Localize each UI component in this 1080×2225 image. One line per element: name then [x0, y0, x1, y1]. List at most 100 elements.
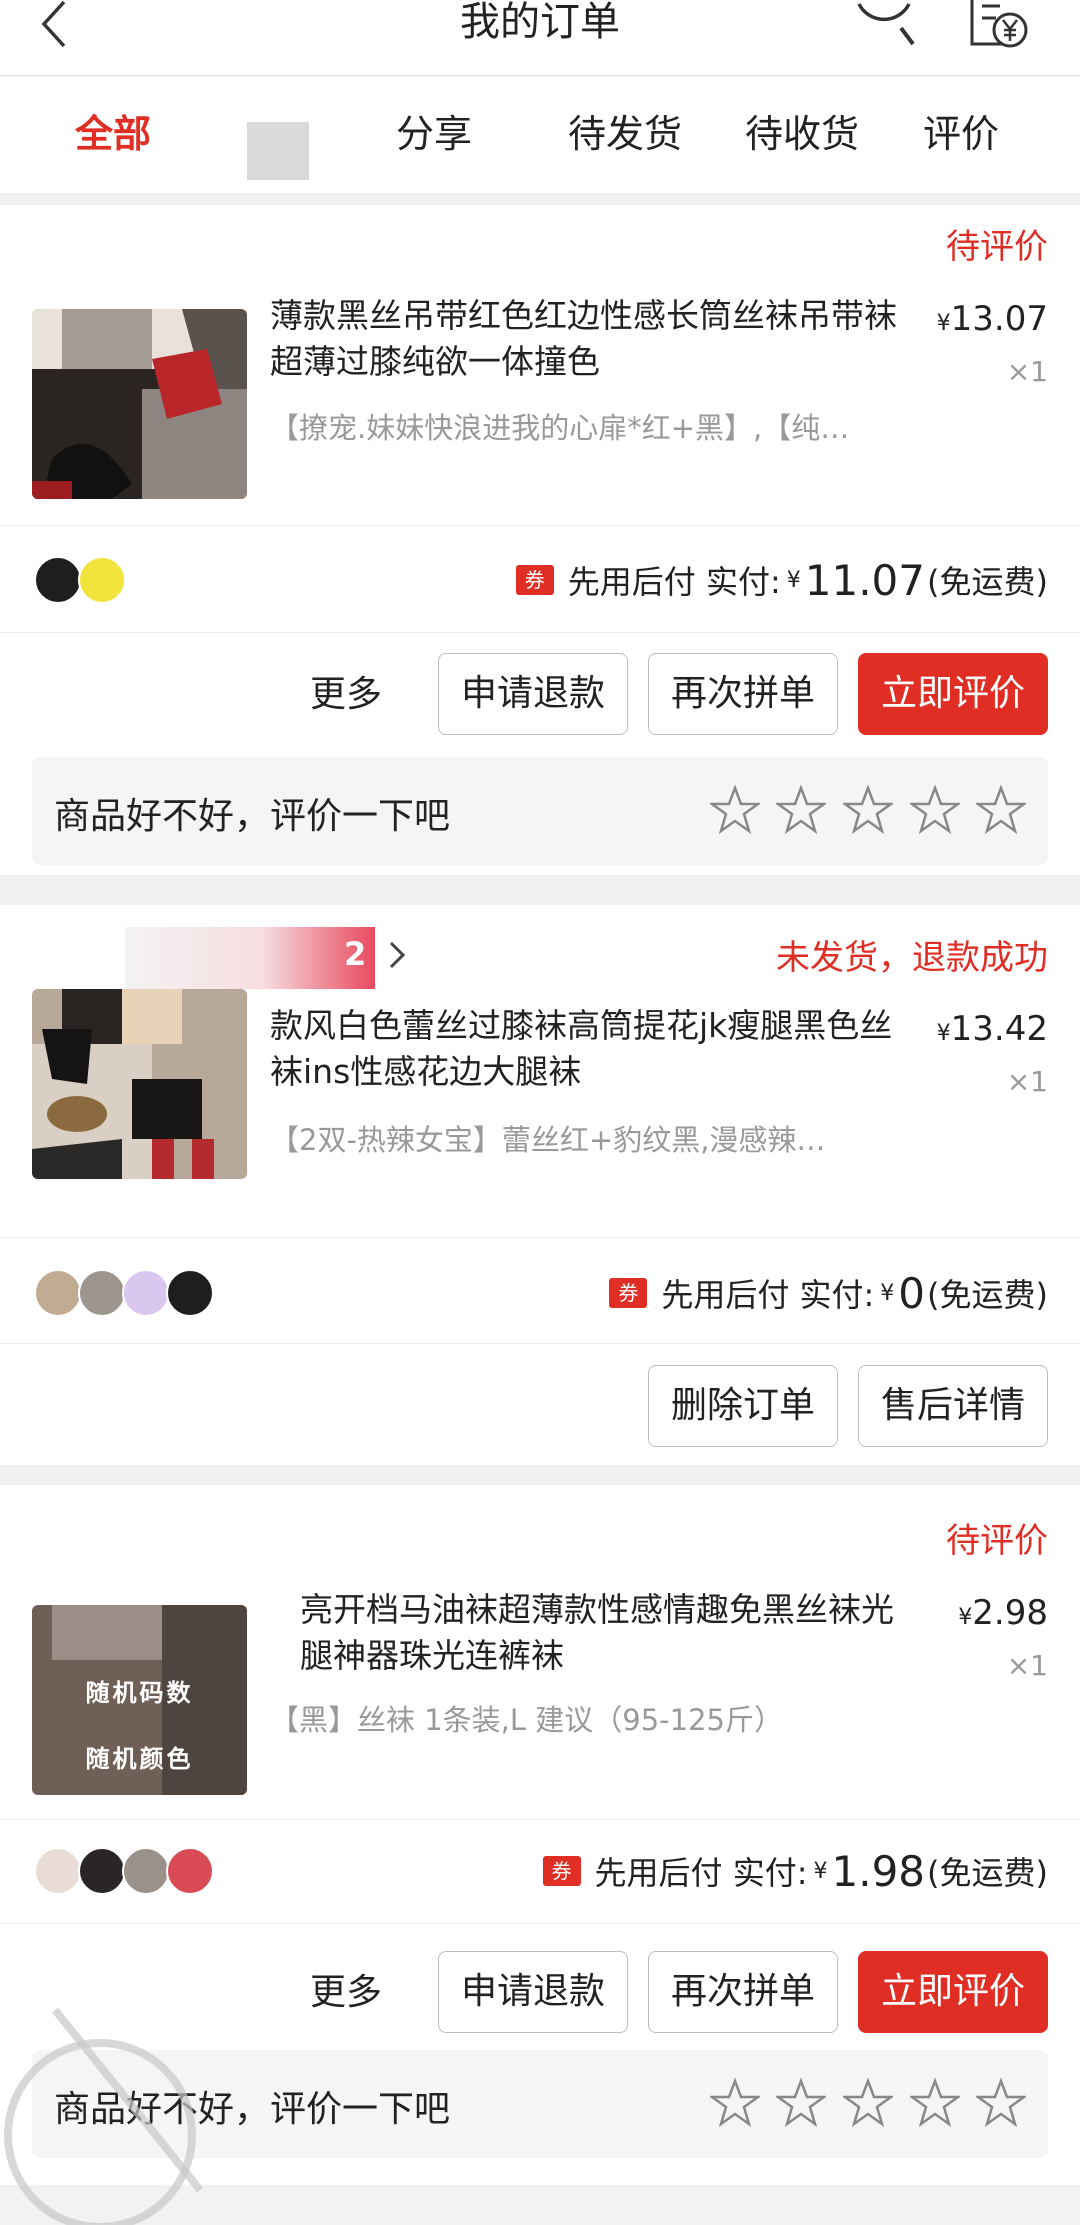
pay-amount: 11.07: [804, 555, 926, 605]
avatar: [78, 1269, 126, 1317]
shipping-note: (免运费): [927, 1854, 1048, 1892]
star-icon[interactable]: [976, 2078, 1026, 2128]
review-now-button[interactable]: 立即评价: [858, 1951, 1048, 2033]
divider: [0, 525, 1080, 526]
star-icon[interactable]: [910, 2078, 960, 2128]
product-quantity: ×1: [1006, 1649, 1048, 1682]
reorder-button[interactable]: 再次拼单: [648, 1951, 838, 2033]
chevron-right-icon[interactable]: [388, 941, 406, 969]
search-icon[interactable]: [853, 0, 917, 50]
product-price: ¥13.07: [937, 299, 1048, 339]
bill-yen-icon[interactable]: [968, 0, 1030, 50]
review-prompt-box: 商品好不好，评价一下吧: [32, 757, 1048, 865]
avatar: [122, 1269, 170, 1317]
coupon-badge: 券: [609, 1278, 648, 1308]
avatar: [34, 1269, 82, 1317]
pay-currency: ¥: [880, 1280, 895, 1306]
review-now-button[interactable]: 立即评价: [858, 653, 1048, 735]
avatar: [34, 1847, 82, 1895]
star-icon[interactable]: [843, 2078, 893, 2128]
reorder-button[interactable]: 再次拼单: [648, 653, 838, 735]
section-gap: [0, 1465, 1080, 1485]
section-gap: [0, 875, 1080, 905]
avatar: [166, 1847, 214, 1895]
tab-review[interactable]: 评价: [923, 111, 999, 157]
shop-badge: 2: [344, 935, 367, 973]
pay-currency: ¥: [786, 567, 801, 593]
more-button[interactable]: 更多: [310, 1963, 382, 2015]
divider: [0, 632, 1080, 633]
watermark-stamp: [4, 2007, 204, 2225]
payment-line: 券 先用后付 实付: ¥ 0 (免运费): [609, 1268, 1048, 1318]
star-icon[interactable]: [776, 2078, 826, 2128]
product-name[interactable]: 薄款黑丝吊带红色红边性感长筒丝袜吊带袜超薄过膝纯欲一体撞色: [270, 293, 910, 385]
avatar: [166, 1269, 214, 1317]
thumbnail-text: 随机码数: [85, 1679, 194, 1707]
divider: [0, 1343, 1080, 1344]
payment-line: 券 先用后付 实付: ¥ 11.07 (免运费): [515, 555, 1048, 605]
product-quantity: ×1: [1006, 355, 1048, 388]
price-currency: ¥: [958, 1605, 973, 1630]
product-name[interactable]: 款风白色蕾丝过膝袜高筒提花jk瘦腿黑色丝袜ins性感花边大腿袜: [270, 1003, 910, 1095]
order-card[interactable]: 2 未发货，退款成功 款风白色蕾丝过膝袜高筒提花jk瘦腿黑色丝袜ins性感花边大…: [0, 905, 1080, 1465]
avatar: [34, 556, 82, 604]
section-gap: [0, 193, 1080, 205]
star-icon[interactable]: [843, 785, 893, 835]
page-title: 我的订单: [460, 0, 620, 45]
divider: [0, 1923, 1080, 1924]
product-name[interactable]: 亮开档马油袜超薄款性感情趣免黑丝袜光腿神器珠光连裤袜: [300, 1587, 900, 1679]
product-spec: 【撩宠.妹妹快浪进我的心扉*红+黑】,【纯…: [270, 411, 850, 445]
order-status: 待评价: [946, 1521, 1048, 1561]
order-status: 未发货，退款成功: [776, 938, 1048, 978]
product-price: ¥13.42: [937, 1009, 1048, 1049]
product-thumbnail[interactable]: 随机码数 随机颜色: [32, 1605, 247, 1795]
price-currency: ¥: [936, 1021, 951, 1046]
tab-share[interactable]: 分享: [396, 111, 472, 157]
more-button[interactable]: 更多: [310, 665, 382, 717]
pay-label: 先用后付 实付:: [661, 1276, 875, 1314]
shop-name-mask: [125, 927, 375, 989]
review-prompt: 商品好不好，评价一下吧: [54, 796, 451, 837]
product-spec: 【2双-热辣女宝】蕾丝红+豹纹黑,漫感辣…: [270, 1123, 826, 1157]
coupon-badge: 券: [542, 1856, 581, 1886]
order-tabs: 全部 分享 待发货 待收货 评价: [0, 77, 1080, 193]
price-value: 13.07: [950, 299, 1048, 339]
product-price: ¥2.98: [958, 1593, 1048, 1633]
product-thumbnail[interactable]: [32, 309, 247, 499]
tab-all[interactable]: 全部: [75, 111, 151, 157]
shipping-note: (免运费): [927, 1276, 1048, 1314]
top-bar: 我的订单: [0, 0, 1080, 76]
product-spec: 【黑】丝袜 1条装,L 建议（95-125斤）: [270, 1703, 783, 1737]
pay-label: 先用后付 实付:: [567, 563, 781, 601]
product-thumbnail[interactable]: [32, 989, 247, 1179]
pay-amount: 0: [898, 1268, 926, 1318]
star-icon[interactable]: [710, 2078, 760, 2128]
star-icon[interactable]: [976, 785, 1026, 835]
request-refund-button[interactable]: 申请退款: [438, 1951, 628, 2033]
product-quantity: ×1: [1006, 1065, 1048, 1098]
redacted-tab-mask: [247, 122, 309, 180]
divider: [0, 1819, 1080, 1820]
thumbnail-mask: [52, 1605, 162, 1660]
star-icon[interactable]: [710, 785, 760, 835]
star-icon[interactable]: [910, 785, 960, 835]
pay-amount: 1.98: [831, 1846, 926, 1896]
request-refund-button[interactable]: 申请退款: [438, 653, 628, 735]
after-sale-details-button[interactable]: 售后详情: [858, 1365, 1048, 1447]
delete-order-button[interactable]: 删除订单: [648, 1365, 838, 1447]
tab-to-receive[interactable]: 待收货: [745, 111, 859, 157]
avatar: [122, 1847, 170, 1895]
avatar: [78, 556, 126, 604]
price-value: 13.42: [950, 1009, 1048, 1049]
thumbnail-text: 随机颜色: [85, 1745, 194, 1773]
divider: [0, 1237, 1080, 1238]
coupon-badge: 券: [515, 565, 554, 595]
tab-to-ship[interactable]: 待发货: [568, 111, 682, 157]
shipping-note: (免运费): [927, 563, 1048, 601]
star-icon[interactable]: [776, 785, 826, 835]
pay-currency: ¥: [813, 1858, 828, 1884]
payment-line: 券 先用后付 实付: ¥ 1.98 (免运费): [542, 1846, 1048, 1896]
pay-label: 先用后付 实付:: [594, 1854, 808, 1892]
price-value: 2.98: [972, 1593, 1048, 1633]
order-card[interactable]: 待评价 薄款黑丝吊带红色红边性感长筒丝袜吊带袜超薄过膝纯欲一体撞色 ¥13.07…: [0, 205, 1080, 875]
